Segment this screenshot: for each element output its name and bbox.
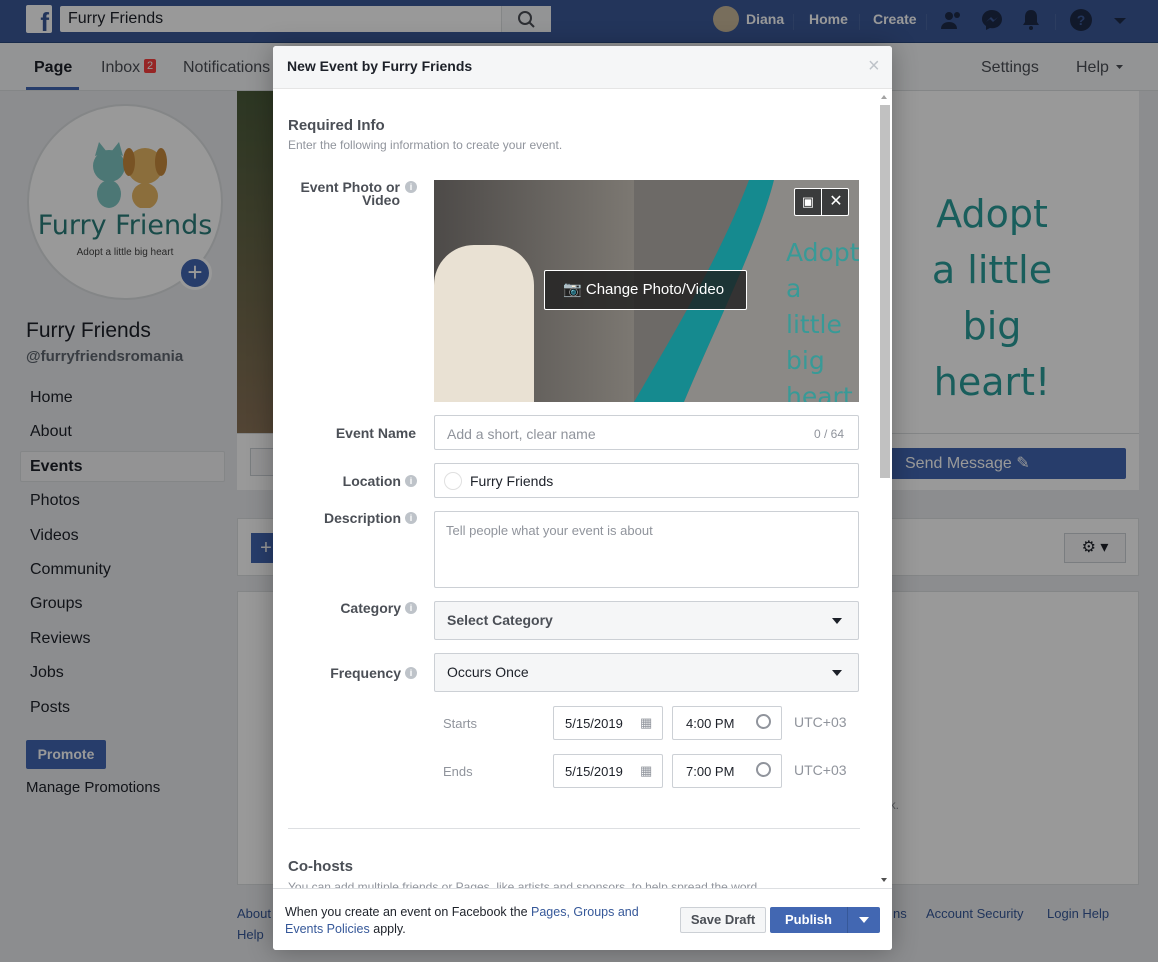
section-title: Required Info	[288, 117, 385, 134]
photo-label: Event Photo or Video	[300, 179, 400, 208]
clock-icon[interactable]	[756, 762, 771, 777]
info-icon[interactable]: i	[405, 475, 417, 487]
photo-text: Adopt a little big heart	[786, 235, 859, 402]
photo-text-line: Adopt	[786, 238, 859, 267]
category-label: Category	[340, 600, 401, 616]
description-label: Description	[323, 510, 401, 526]
change-photo-button[interactable]: 📷 Change Photo/Video	[544, 270, 747, 310]
dropdown-caret-icon	[832, 618, 842, 624]
photo-toolbar: ▣ ✕	[794, 188, 849, 216]
photo-text-line: big heart	[786, 346, 853, 402]
description-placeholder: Tell people what your event is about	[446, 523, 653, 538]
calendar-icon[interactable]: ▦	[640, 763, 652, 779]
scrollbar-thumb[interactable]	[880, 105, 890, 478]
photo-text-line: a little	[786, 274, 842, 339]
start-date-field[interactable]: 5/15/2019 ▦	[553, 706, 663, 740]
cohosts-title: Co-hosts	[288, 858, 353, 875]
reposition-photo-icon[interactable]: ▣	[795, 189, 822, 215]
category-value: Select Category	[447, 612, 553, 628]
calendar-icon[interactable]: ▦	[640, 715, 652, 731]
location-value: Furry Friends	[470, 473, 554, 489]
section-divider	[288, 828, 860, 829]
scrollbar[interactable]	[876, 90, 892, 888]
chevron-down-icon	[859, 917, 869, 923]
event-name-label: Event Name	[335, 425, 416, 441]
event-name-field[interactable]: Add a short, clear name 0 / 64	[434, 415, 859, 450]
clock-icon[interactable]	[756, 714, 771, 729]
new-event-dialog: New Event by Furry Friends × Required In…	[273, 46, 892, 950]
info-icon[interactable]: i	[405, 512, 417, 524]
publish-options-button[interactable]	[847, 907, 880, 933]
end-timezone: UTC+03	[794, 762, 847, 778]
frequency-label: Frequency	[330, 665, 401, 681]
publish-button[interactable]: Publish	[770, 907, 847, 933]
frequency-select[interactable]: Occurs Once	[434, 653, 859, 692]
dialog-body: Required Info Enter the following inform…	[273, 90, 875, 888]
dropdown-caret-icon	[832, 670, 842, 676]
scroll-up-icon[interactable]	[881, 95, 887, 99]
starts-label: Starts	[443, 716, 477, 731]
camera-icon: 📷	[563, 281, 582, 298]
start-time-field[interactable]: 4:00 PM	[672, 706, 782, 740]
start-timezone: UTC+03	[794, 714, 847, 730]
policy-text-1: When you create an event on Facebook the	[285, 905, 531, 919]
policy-text-2: apply.	[369, 922, 406, 936]
dialog-footer: When you create an event on Facebook the…	[273, 888, 892, 950]
change-photo-label: Change Photo/Video	[585, 281, 725, 298]
location-label: Location	[342, 473, 401, 489]
info-icon[interactable]: i	[405, 602, 417, 614]
event-name-placeholder: Add a short, clear name	[447, 426, 596, 442]
cohosts-subtitle: You can add multiple friends or Pages, l…	[288, 880, 761, 888]
policy-text: When you create an event on Facebook the…	[285, 904, 675, 938]
dialog-title: New Event by Furry Friends	[287, 58, 473, 74]
section-subtitle: Enter the following information to creat…	[288, 138, 563, 152]
dog-in-photo	[434, 245, 534, 402]
character-counter: 0 / 64	[813, 427, 844, 441]
ends-label: Ends	[443, 764, 473, 779]
page-logo-icon	[444, 472, 462, 490]
start-time-value: 4:00 PM	[686, 716, 735, 731]
dialog-header: New Event by Furry Friends ×	[273, 46, 892, 89]
close-icon[interactable]: ×	[868, 55, 880, 78]
description-field[interactable]: Tell people what your event is about	[434, 511, 859, 588]
event-photo[interactable]: Adopt a little big heart ▣ ✕ 📷 Change Ph…	[434, 180, 859, 402]
end-date-field[interactable]: 5/15/2019 ▦	[553, 754, 663, 788]
scroll-down-icon[interactable]	[881, 878, 887, 882]
end-time-value: 7:00 PM	[686, 764, 735, 779]
remove-photo-icon[interactable]: ✕	[823, 189, 849, 215]
location-field[interactable]: Furry Friends	[434, 463, 859, 498]
save-draft-button[interactable]: Save Draft	[680, 907, 766, 933]
end-time-field[interactable]: 7:00 PM	[672, 754, 782, 788]
start-date-value: 5/15/2019	[565, 716, 623, 731]
info-icon[interactable]: i	[405, 667, 417, 679]
category-select[interactable]: Select Category	[434, 601, 859, 640]
frequency-value: Occurs Once	[447, 664, 529, 680]
info-icon[interactable]: i	[405, 181, 417, 193]
end-date-value: 5/15/2019	[565, 764, 623, 779]
